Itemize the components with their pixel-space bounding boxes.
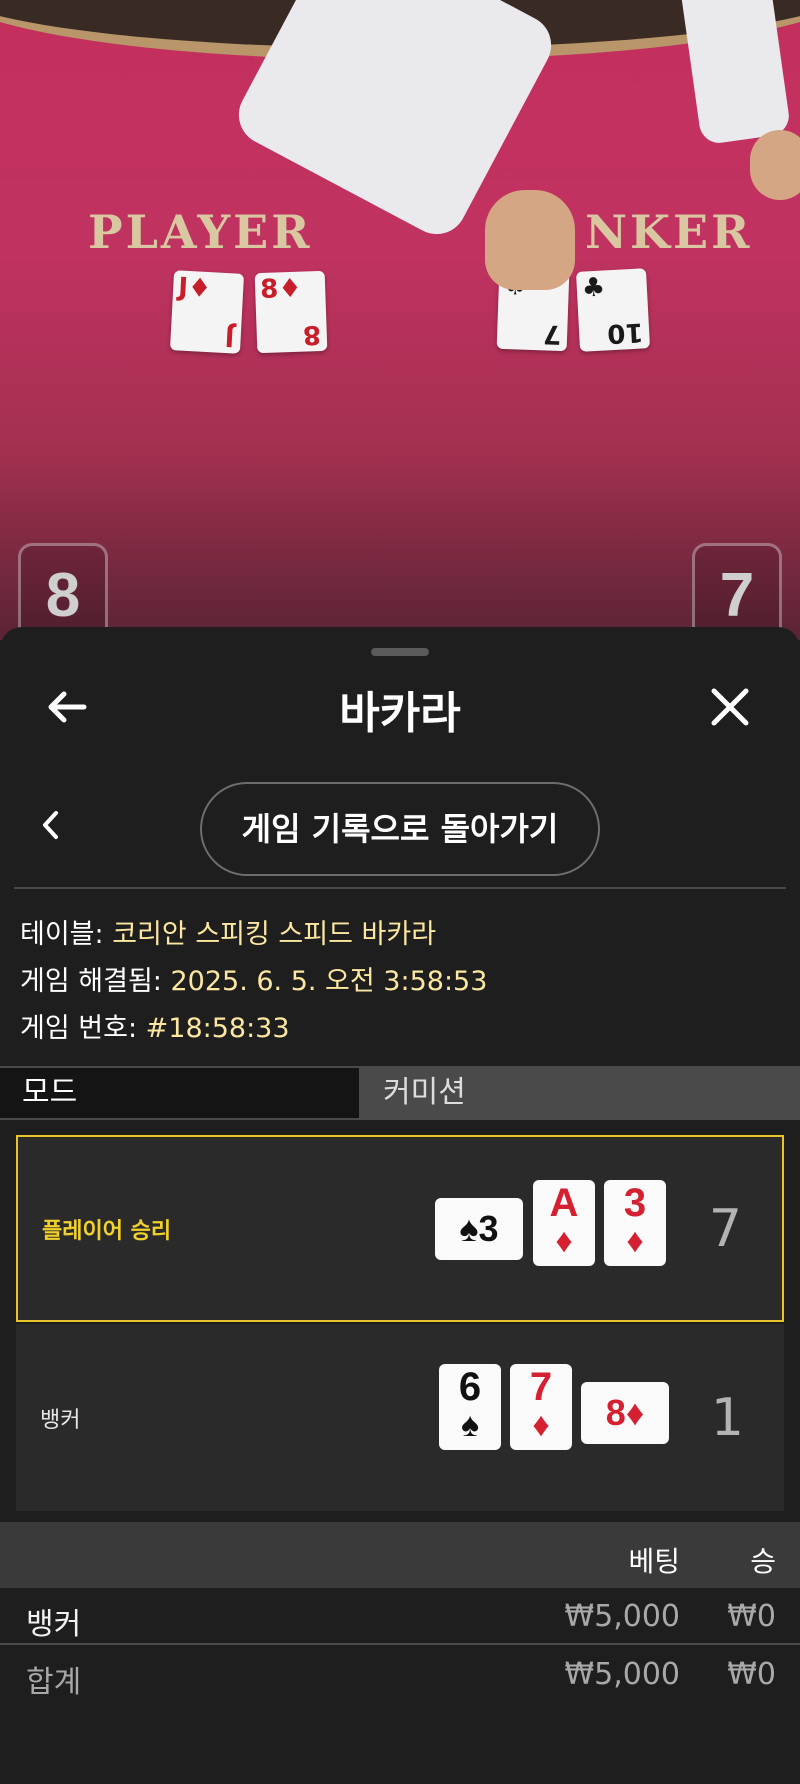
table-row-total: 합계 ₩5,000 ₩0 xyxy=(0,1647,800,1703)
table-row: 뱅커 ₩5,000 ₩0 xyxy=(0,1589,800,1645)
resolved-info-value: 2025. 6. 5. 오전 3:58:53 xyxy=(170,966,488,997)
player-total: 7 xyxy=(708,1198,742,1259)
total-row-label: 합계 xyxy=(26,1665,82,1700)
bet-row-amount: ₩5,000 xyxy=(564,1599,680,1634)
game-number-value: #18:58:33 xyxy=(145,1013,290,1044)
tab-mode[interactable]: 모드 xyxy=(0,1068,361,1118)
playing-card: 7 ♦ xyxy=(510,1364,572,1450)
win-column-header: 승 xyxy=(750,1545,776,1578)
divider xyxy=(14,887,786,889)
playing-card: 3 ♦ xyxy=(604,1180,666,1266)
player-result-row: 플레이어 승리 ♠3 A ♦ 3 ♦ 7 xyxy=(16,1135,784,1322)
banker-score-box: 7 xyxy=(692,543,782,640)
tab-bar: 모드 커미션 xyxy=(0,1066,800,1120)
resolved-info-label: 게임 해결됨: xyxy=(20,966,162,997)
banker-result-label: 뱅커 xyxy=(40,1407,81,1433)
bet-row-win: ₩0 xyxy=(727,1599,776,1634)
game-detail-sheet: 바카라 게임 기록으로 돌아가기 테이블: 코리안 스피킹 스피드 바카라 게임… xyxy=(0,627,800,1784)
table-info: 테이블: 코리안 스피킹 스피드 바카라 xyxy=(20,912,436,951)
back-to-history-button[interactable]: 게임 기록으로 돌아가기 xyxy=(200,782,600,876)
game-number-label: 게임 번호: xyxy=(20,1013,138,1044)
sheet-grabber[interactable] xyxy=(371,648,429,656)
dealer-arm-right xyxy=(678,0,792,146)
chevron-left-icon xyxy=(43,811,58,839)
table-card: 8♦ 8 xyxy=(254,270,328,354)
table-card: ♣ 10 xyxy=(575,268,651,352)
playing-card: 6 ♠ xyxy=(439,1364,501,1450)
playing-card: ♠3 xyxy=(435,1198,523,1260)
table-info-value: 코리안 스피킹 스피드 바카라 xyxy=(112,919,437,950)
banker-total: 1 xyxy=(710,1387,744,1448)
close-icon xyxy=(711,688,749,726)
player-result-label: 플레이어 승리 xyxy=(42,1218,172,1244)
total-row-win: ₩0 xyxy=(727,1657,776,1692)
playing-card: A ♦ xyxy=(533,1180,595,1266)
player-score-box: 8 xyxy=(18,543,108,640)
playing-card: 8♦ xyxy=(581,1382,669,1444)
game-number-info: 게임 번호: #18:58:33 xyxy=(20,1006,290,1045)
table-label-player: PLAYER xyxy=(88,205,313,259)
dealer-hand-left xyxy=(485,190,575,290)
bet-column-header: 베팅 xyxy=(628,1545,680,1578)
sheet-title: 바카라 xyxy=(339,688,461,739)
table-info-label: 테이블: xyxy=(20,919,104,950)
table-card: J♦ J xyxy=(169,270,245,354)
history-back-chevron[interactable] xyxy=(36,805,66,845)
resolved-info: 게임 해결됨: 2025. 6. 5. 오전 3:58:53 xyxy=(20,959,487,998)
total-row-amount: ₩5,000 xyxy=(564,1657,680,1692)
close-button[interactable] xyxy=(702,679,758,735)
bets-table-header: 베팅 승 xyxy=(0,1522,800,1588)
banker-result-row: 뱅커 6 ♠ 7 ♦ 8♦ 1 xyxy=(16,1324,784,1511)
table-label-banker: NKER xyxy=(585,205,753,259)
dealer-hand-right xyxy=(750,130,800,200)
bet-row-label: 뱅커 xyxy=(26,1607,82,1642)
live-video-feed: PLAYER NKER J♦ J 8♦ 8 ♠ 7 ♣ 10 8 7 xyxy=(0,0,800,640)
tab-commission[interactable]: 커미션 xyxy=(361,1068,800,1118)
